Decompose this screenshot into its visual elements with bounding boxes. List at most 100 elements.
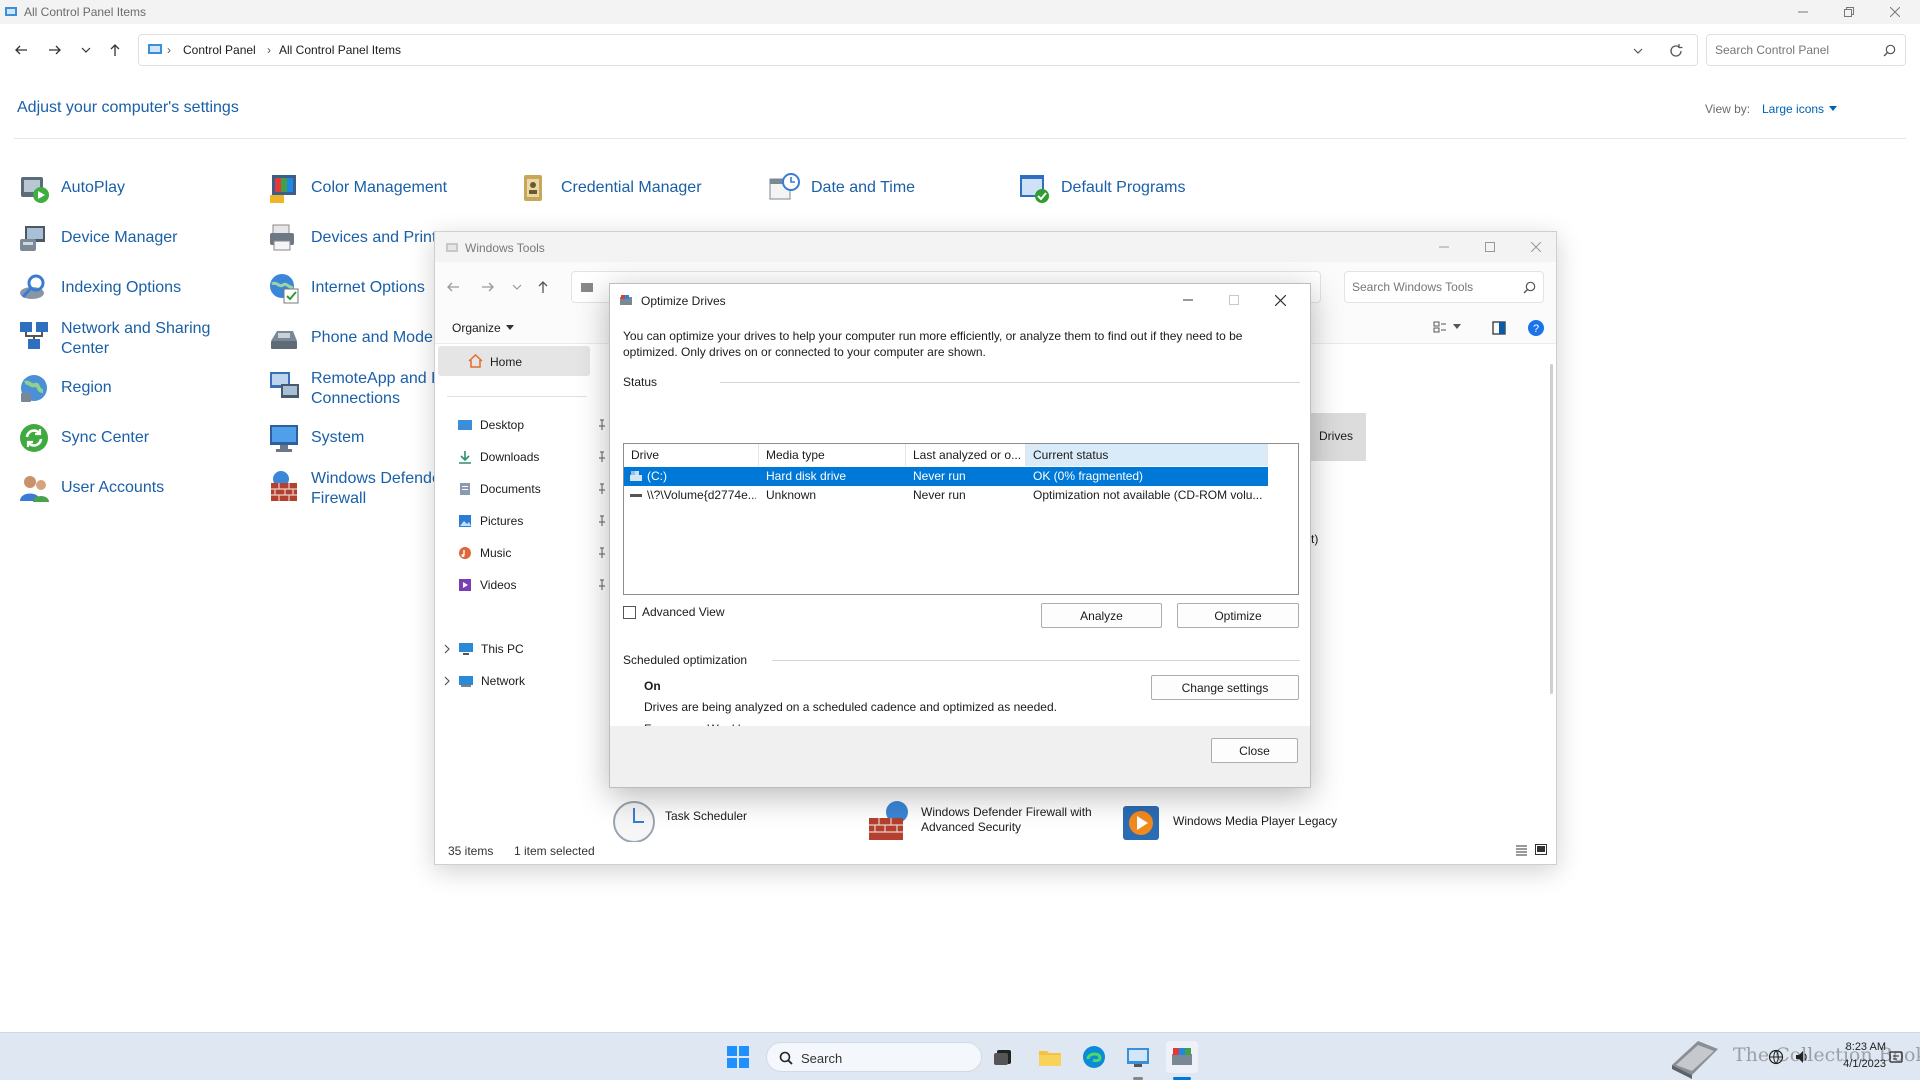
cp-item-date-time[interactable]: Date and Time [767,171,915,205]
window-title: All Control Panel Items [24,5,147,19]
sidebar-item-desktop[interactable]: Desktop [457,412,607,438]
restore-button[interactable] [1826,0,1872,24]
help-icon[interactable]: ? [1528,320,1544,336]
table-row[interactable]: (C:) Hard disk drive Never run OK (0% fr… [624,467,1268,486]
forward-button[interactable] [478,277,498,297]
chevron-down-icon[interactable] [1633,46,1643,56]
caret-down-icon [1453,324,1461,329]
notifications-icon[interactable] [1888,1049,1904,1065]
sidebar-item-this-pc[interactable]: This PC [443,636,593,662]
edge-button[interactable] [1078,1041,1110,1073]
refresh-icon[interactable] [1669,44,1683,58]
start-button[interactable] [722,1041,754,1073]
address-bar[interactable]: › Control Panel › All Control Panel Item… [138,34,1698,66]
optimize-drives-taskbar-button[interactable] [1166,1041,1198,1073]
divider [447,396,587,397]
cp-item-credential-manager[interactable]: Credential Manager [517,171,702,205]
caret-down-icon [1829,106,1838,111]
cp-item-internet-options[interactable]: Internet Options [267,271,425,305]
breadcrumb-all-items[interactable]: All Control Panel Items [279,43,401,57]
scrollbar[interactable] [1550,364,1553,694]
cp-item-color-management[interactable]: Color Management [267,171,447,205]
search-windows-tools-input[interactable]: Search Windows Tools [1344,271,1544,303]
autoplay-icon [21,177,49,203]
back-button[interactable] [11,40,31,60]
up-button[interactable] [105,40,125,60]
dialog-close-button[interactable]: Close [1211,738,1298,763]
cp-item-windows-defender-firewall[interactable]: Windows Defende Firewall [267,469,441,509]
change-settings-button[interactable]: Change settings [1151,675,1299,700]
sidebar-item-videos[interactable]: Videos [457,572,607,598]
sidebar-item-home[interactable]: Home [438,346,590,376]
change-view-button[interactable] [1433,320,1461,334]
search-control-panel-input[interactable]: Search Control Panel [1706,34,1906,66]
cp-item-sync-center[interactable]: Sync Center [17,421,149,455]
cp-item-indexing-options[interactable]: Indexing Options [17,271,181,305]
sidebar-item-music[interactable]: Music [457,540,607,566]
volume-icon[interactable] [1794,1049,1810,1065]
cp-item-default-programs[interactable]: Default Programs [1017,171,1186,205]
organize-menu[interactable]: Organize [452,321,514,335]
scheduled-description: Drives are being analyzed on a scheduled… [644,700,1057,714]
minimize-button[interactable] [1780,0,1826,24]
column-header-current-status[interactable]: Current status [1026,444,1268,466]
details-view-icon[interactable] [1515,844,1528,856]
close-button[interactable] [1872,0,1918,24]
column-header-last-analyzed[interactable]: Last analyzed or o... [906,444,1026,466]
minimize-button[interactable] [1421,235,1467,259]
view-tiles-icon [1433,321,1446,333]
up-button[interactable] [533,277,553,297]
taskbar-search[interactable]: Search [766,1042,982,1072]
cp-item-system[interactable]: System [267,421,364,455]
cp-item-phone-modem[interactable]: Phone and Moder [267,321,438,355]
forward-button[interactable] [45,40,65,60]
cp-item-devices-printers[interactable]: Devices and Print [267,221,436,255]
task-view-icon [994,1050,1011,1065]
cp-item-network-sharing[interactable]: Network and Sharing Center [17,319,210,359]
column-header-media-type[interactable]: Media type [759,444,906,466]
optimize-button[interactable]: Optimize [1177,603,1299,628]
close-button[interactable] [1257,288,1303,312]
file-explorer-button[interactable] [1034,1041,1066,1073]
task-view-button[interactable] [988,1041,1020,1073]
sidebar-item-documents[interactable]: Documents [457,476,607,502]
sidebar-item-pictures[interactable]: Pictures [457,508,607,534]
clock-date: 4/1/2023 [1843,1058,1886,1070]
recent-locations-button[interactable] [507,277,527,297]
arrow-left-icon [15,45,27,55]
user-accounts-icon [20,476,49,502]
cp-item-user-accounts[interactable]: User Accounts [17,471,164,505]
optimize-drives-dialog: Optimize Drives You can optimize your dr… [609,283,1311,788]
selected-item-optimize-drives[interactable]: Drives [1311,413,1366,461]
view-by-dropdown[interactable]: Large icons [1762,102,1838,116]
breadcrumb-control-panel[interactable]: Control Panel [183,43,256,57]
drive-name: \\?\Volume{d2774e... [647,488,756,502]
clock[interactable]: 8:23 AM 4/1/2023 [1830,1039,1886,1073]
sidebar-item-downloads[interactable]: Downloads [457,444,607,470]
control-panel-icon [1127,1048,1149,1067]
control-panel-taskbar-button[interactable] [1122,1041,1154,1073]
page-title: Adjust your computer's settings [17,99,239,116]
minimize-button[interactable] [1165,288,1211,312]
selection-count: 1 item selected [514,844,595,858]
table-row[interactable]: \\?\Volume{d2774e... Unknown Never run O… [624,486,1268,505]
advanced-view-checkbox[interactable]: Advanced View [623,605,725,619]
cp-item-region[interactable]: Region [17,371,112,405]
cp-item-device-manager[interactable]: Device Manager [17,221,178,255]
download-icon [459,451,471,464]
recent-locations-button[interactable] [76,40,96,60]
cp-item-remoteapp[interactable]: RemoteApp and D Connections [267,369,443,409]
item-task-scheduler[interactable]: Task Scheduler [611,796,831,842]
column-header-drive[interactable]: Drive [624,444,759,466]
maximize-button[interactable] [1467,235,1513,259]
preview-pane-icon[interactable] [1492,321,1506,335]
close-button[interactable] [1513,235,1559,259]
cp-item-autoplay[interactable]: AutoPlay [17,171,125,205]
drive-list[interactable]: Drive Media type Last analyzed or o... C… [623,443,1299,595]
language-icon[interactable] [1768,1049,1784,1065]
back-button[interactable] [443,277,463,297]
large-icons-view-icon[interactable] [1535,844,1548,856]
sync-center-icon [20,424,48,452]
analyze-button[interactable]: Analyze [1041,603,1162,628]
sidebar-item-network[interactable]: Network [443,668,593,694]
